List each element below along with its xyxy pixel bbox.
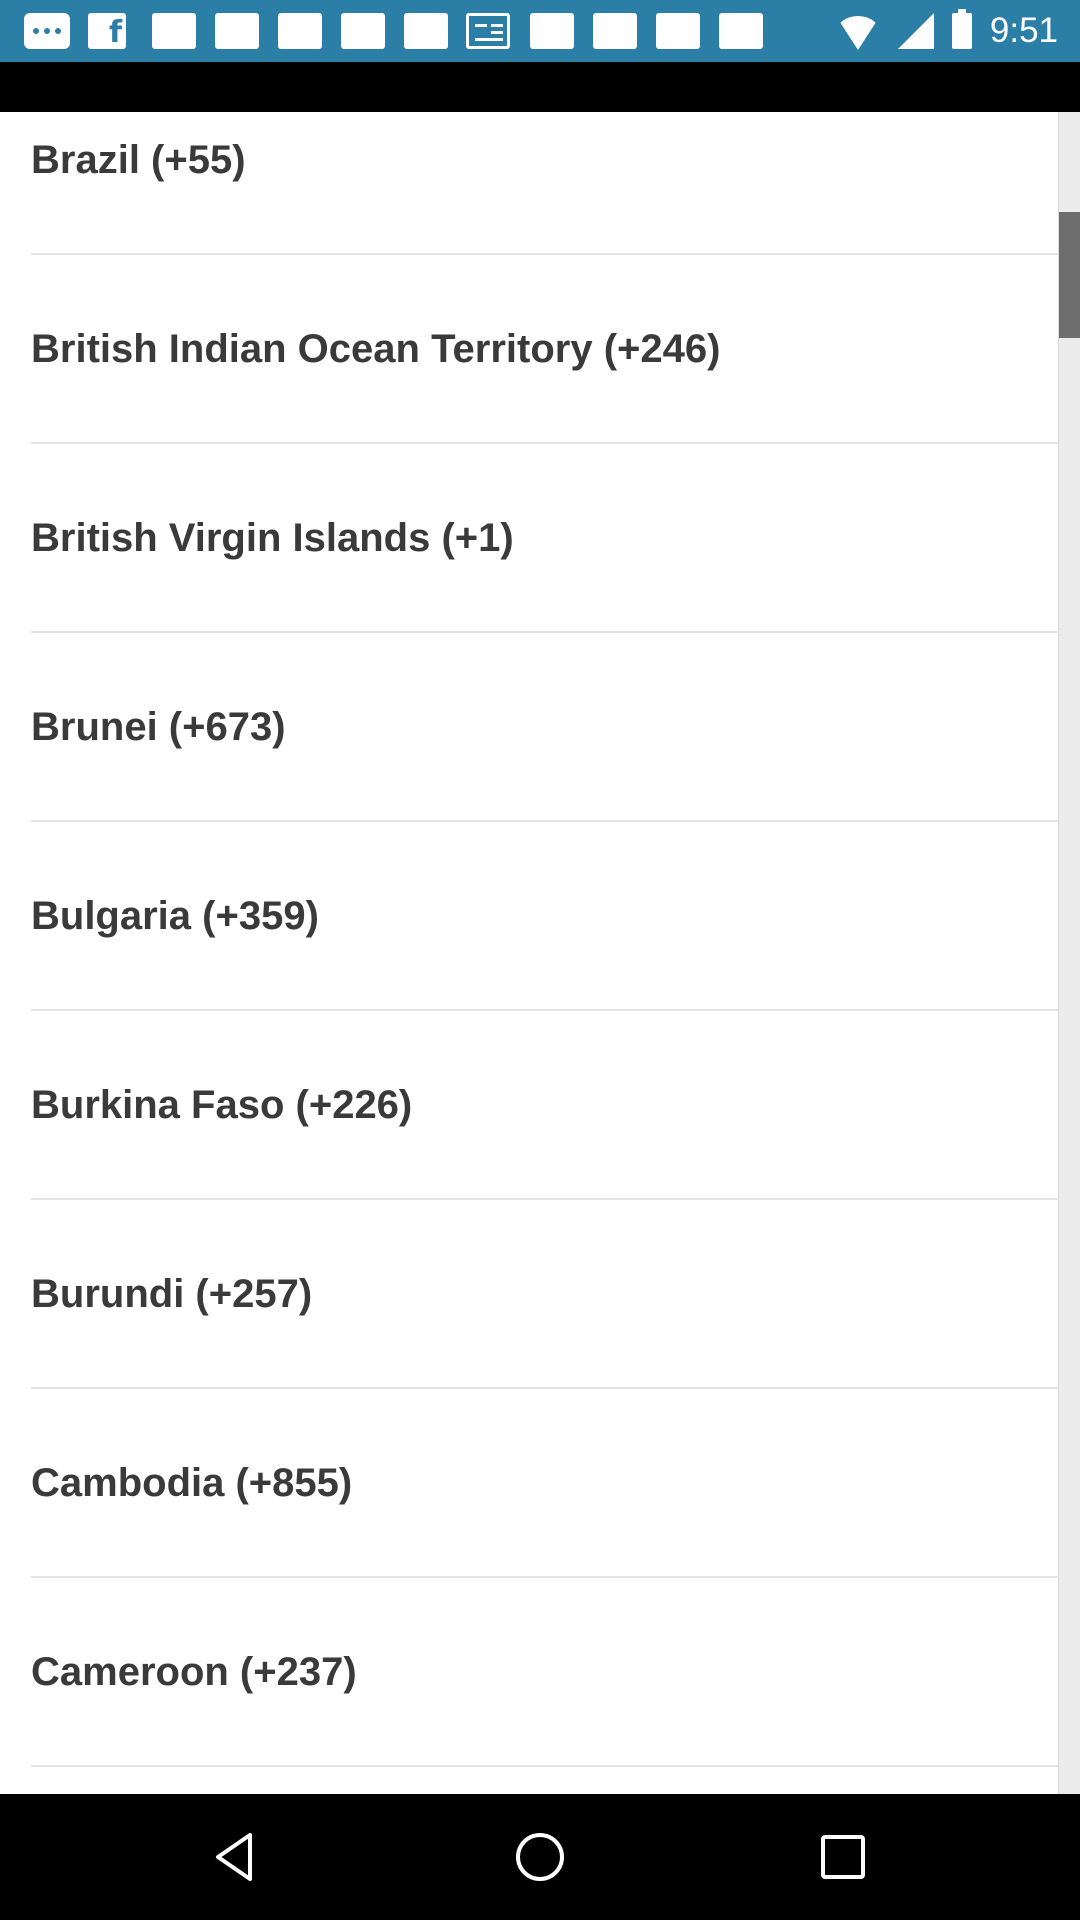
- list-item-british-indian-ocean-territory[interactable]: British Indian Ocean Territory (+246): [0, 255, 1080, 444]
- list-item-cameroon[interactable]: Cameroon (+237): [0, 1578, 1080, 1767]
- news-icon: [466, 13, 510, 49]
- list-item-label: British Indian Ocean Territory (+246): [31, 327, 721, 371]
- list-item-burkina-faso[interactable]: Burkina Faso (+226): [0, 1011, 1080, 1200]
- facebook-icon: f: [88, 13, 126, 50]
- status-time: 9:51: [989, 11, 1058, 50]
- list-item-burundi[interactable]: Burundi (+257): [0, 1200, 1080, 1389]
- list-item-bulgaria[interactable]: Bulgaria (+359): [0, 822, 1080, 1011]
- back-icon[interactable]: [206, 1827, 266, 1887]
- scrollbar-thumb[interactable]: [1059, 212, 1080, 338]
- list-item-label: Bulgaria (+359): [31, 894, 319, 938]
- notification-icon: [152, 13, 196, 49]
- list-item-cambodia[interactable]: Cambodia (+855): [0, 1389, 1080, 1578]
- list-item-label: Burundi (+257): [31, 1272, 313, 1316]
- notification-icon: [593, 13, 637, 49]
- list-item-label: Brazil (+55): [31, 138, 246, 182]
- list-item-label: Cameroon (+237): [31, 1650, 357, 1694]
- scrollbar-track[interactable]: [1058, 112, 1080, 1794]
- navigation-bar: [0, 1794, 1080, 1920]
- list-item-british-virgin-islands[interactable]: British Virgin Islands (+1): [0, 444, 1080, 633]
- list-item-label: Burkina Faso (+226): [31, 1083, 413, 1127]
- notification-icon: [404, 13, 448, 49]
- notification-icon: [341, 13, 385, 49]
- recents-icon[interactable]: [813, 1827, 873, 1887]
- notification-icon: [656, 13, 700, 49]
- list-item-label: British Virgin Islands (+1): [31, 516, 514, 560]
- list-item-brunei[interactable]: Brunei (+673): [0, 633, 1080, 822]
- battery-icon: [951, 9, 972, 49]
- notification-icon: [215, 13, 259, 49]
- home-icon[interactable]: [510, 1827, 570, 1887]
- list-item-label: Cambodia (+855): [31, 1461, 353, 1505]
- more-icon: [24, 13, 70, 49]
- status-bar: f 9:51: [0, 0, 1080, 62]
- list-item-label: Brunei (+673): [31, 705, 286, 749]
- wifi-icon: [835, 16, 880, 50]
- toolbar: [0, 62, 1080, 112]
- signal-icon: [897, 13, 934, 49]
- country-code-list[interactable]: Brazil (+55) British Indian Ocean Territ…: [0, 112, 1080, 1794]
- divider: [31, 1765, 1080, 1767]
- notification-icon: [530, 13, 574, 49]
- notification-icon: [719, 13, 763, 49]
- notification-icon: [278, 13, 322, 49]
